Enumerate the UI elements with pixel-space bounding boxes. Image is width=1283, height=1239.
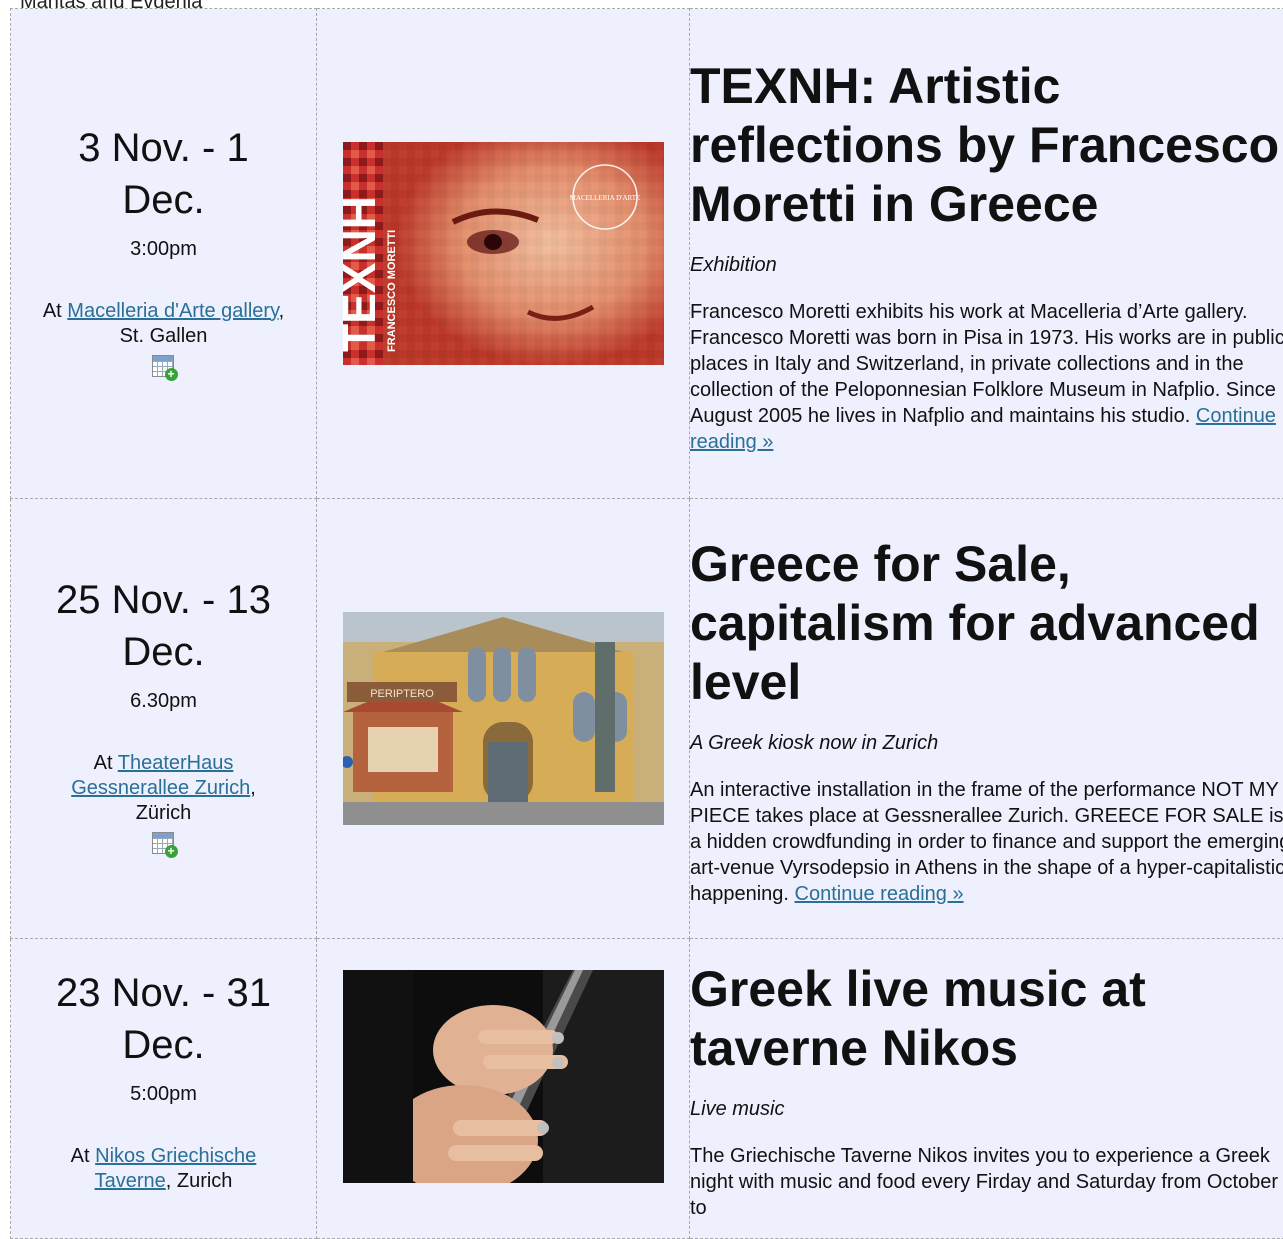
venue-at-label: At bbox=[43, 300, 62, 322]
calendar-add-icon[interactable]: + bbox=[152, 832, 176, 856]
event-date-range: 25 Nov. - 13 Dec. bbox=[11, 574, 316, 678]
event-subtitle: Live music bbox=[690, 1098, 1283, 1121]
event-subtitle: Exhibition bbox=[690, 254, 1283, 277]
event-image[interactable]: PERIPTERO bbox=[343, 612, 664, 825]
event-text-cell: TEXNH: Artistic reflections by Francesco… bbox=[690, 9, 1283, 499]
event-description: The Griechische Taverne Nikos invites yo… bbox=[690, 1143, 1283, 1225]
event-description: Francesco Moretti exhibits his work at M… bbox=[690, 299, 1283, 459]
event-text-cell: Greek live music at taverne Nikos Live m… bbox=[690, 939, 1283, 1239]
kiosk-sign: PERIPTERO bbox=[370, 688, 434, 700]
poster-stamp: MACELLERIA D'ARTE bbox=[569, 194, 640, 202]
calendar-add-icon[interactable]: + bbox=[152, 355, 176, 379]
event-venue: At Macelleria d'Arte gallery, St. Gallen… bbox=[11, 299, 316, 386]
event-time: 5:00pm bbox=[11, 1083, 316, 1106]
poster-title: TEXNH bbox=[343, 196, 385, 352]
event-image-cell bbox=[317, 939, 690, 1239]
event-description: An interactive installation in the frame… bbox=[690, 777, 1283, 911]
event-text-cell: Greece for Sale, capitalism for advanced… bbox=[690, 499, 1283, 939]
event-date-cell: 23 Nov. - 31 Dec. 5:00pm At Nikos Griech… bbox=[11, 939, 317, 1239]
event-title[interactable]: Greek live music at taverne Nikos bbox=[690, 960, 1283, 1078]
event-image[interactable]: TEXNH FRANCESCO MORETTI MACELLERIA D'ART… bbox=[343, 142, 664, 365]
event-time: 6.30pm bbox=[11, 690, 316, 713]
event-subtitle: A Greek kiosk now in Zurich bbox=[690, 732, 1283, 755]
event-description-text: An interactive installation in the frame… bbox=[690, 779, 1283, 905]
venue-link[interactable]: Macelleria d'Arte gallery bbox=[67, 300, 278, 322]
event-row: 3 Nov. - 1 Dec. 3:00pm At Macelleria d'A… bbox=[11, 9, 1283, 499]
event-date-cell: 3 Nov. - 1 Dec. 3:00pm At Macelleria d'A… bbox=[11, 9, 317, 499]
venue-at-label: At bbox=[71, 1145, 90, 1167]
event-image-cell: PERIPTERO bbox=[317, 499, 690, 939]
event-title[interactable]: Greece for Sale, capitalism for advanced… bbox=[690, 535, 1283, 712]
event-row: 25 Nov. - 13 Dec. 6.30pm At TheaterHaus … bbox=[11, 499, 1283, 939]
venue-city: , Zurich bbox=[166, 1170, 233, 1192]
event-image[interactable] bbox=[343, 970, 664, 1183]
poster-artist: FRANCESCO MORETTI bbox=[386, 230, 398, 352]
event-title[interactable]: TEXNH: Artistic reflections by Francesco… bbox=[690, 57, 1283, 234]
events-table: 3 Nov. - 1 Dec. 3:00pm At Macelleria d'A… bbox=[10, 8, 1283, 1239]
venue-at-label: At bbox=[94, 752, 113, 774]
event-venue: At Nikos Griechische Taverne, Zurich bbox=[11, 1144, 316, 1194]
event-description-text: The Griechische Taverne Nikos invites yo… bbox=[690, 1145, 1278, 1219]
event-date-cell: 25 Nov. - 13 Dec. 6.30pm At TheaterHaus … bbox=[11, 499, 317, 939]
event-date-range: 3 Nov. - 1 Dec. bbox=[11, 122, 316, 226]
event-venue: At TheaterHaus Gessnerallee Zurich, Züri… bbox=[11, 751, 316, 863]
event-row: 23 Nov. - 31 Dec. 5:00pm At Nikos Griech… bbox=[11, 939, 1283, 1239]
continue-reading-link[interactable]: Continue reading » bbox=[795, 883, 964, 905]
event-description-text: Francesco Moretti exhibits his work at M… bbox=[690, 301, 1283, 427]
event-date-range: 23 Nov. - 31 Dec. bbox=[11, 967, 316, 1071]
event-time: 3:00pm bbox=[11, 238, 316, 261]
event-image-cell: TEXNH FRANCESCO MORETTI MACELLERIA D'ART… bbox=[317, 9, 690, 499]
